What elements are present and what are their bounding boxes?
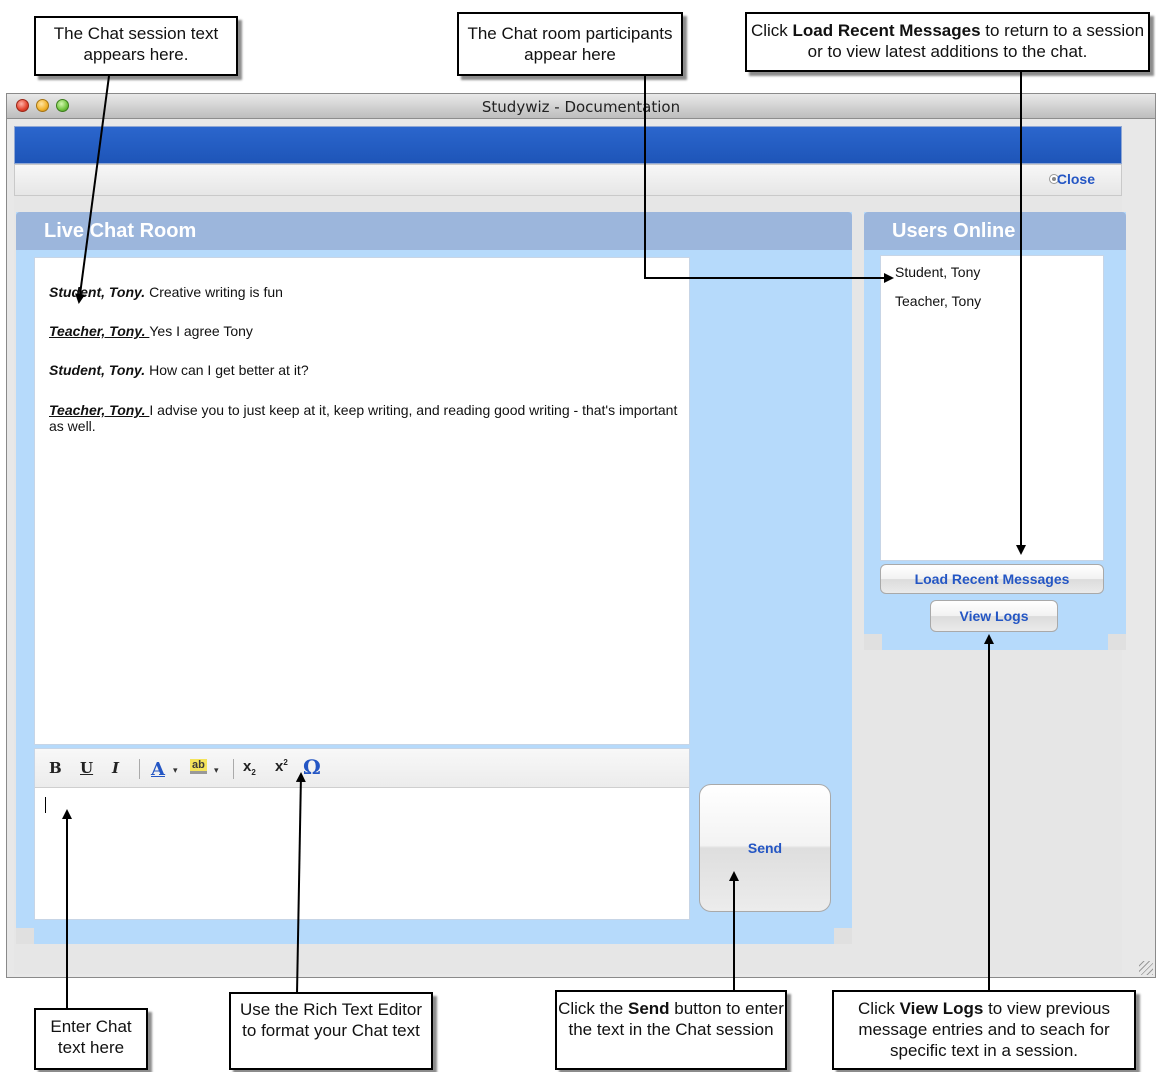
callout-rich-text: Use the Rich Text Editor to format your … <box>229 992 433 1070</box>
callout-text: Click <box>858 999 900 1018</box>
callout-view-logs: Click View Logs to view previous message… <box>832 990 1136 1070</box>
arrow-rich-text <box>295 772 306 995</box>
annotation-arrows <box>62 72 1026 1012</box>
callout-bold-text: View Logs <box>899 999 984 1018</box>
callout-enter-text: Enter Chat text here <box>34 1008 148 1070</box>
callout-bold-text: Send <box>627 999 670 1018</box>
callout-participants: The Chat room participants appear here <box>457 12 683 76</box>
arrow-participants <box>644 76 894 283</box>
callout-load-recent: Click Load Recent Messages to return to … <box>745 12 1150 72</box>
callout-text: Click the <box>558 999 628 1018</box>
callout-bold-text: Load Recent Messages <box>792 21 981 40</box>
arrow-session-text <box>75 75 110 304</box>
callout-session-text: The Chat session text appears here. <box>34 16 238 76</box>
callout-text: Click <box>750 21 793 40</box>
callout-send: Click the Send button to enter the text … <box>555 990 787 1070</box>
